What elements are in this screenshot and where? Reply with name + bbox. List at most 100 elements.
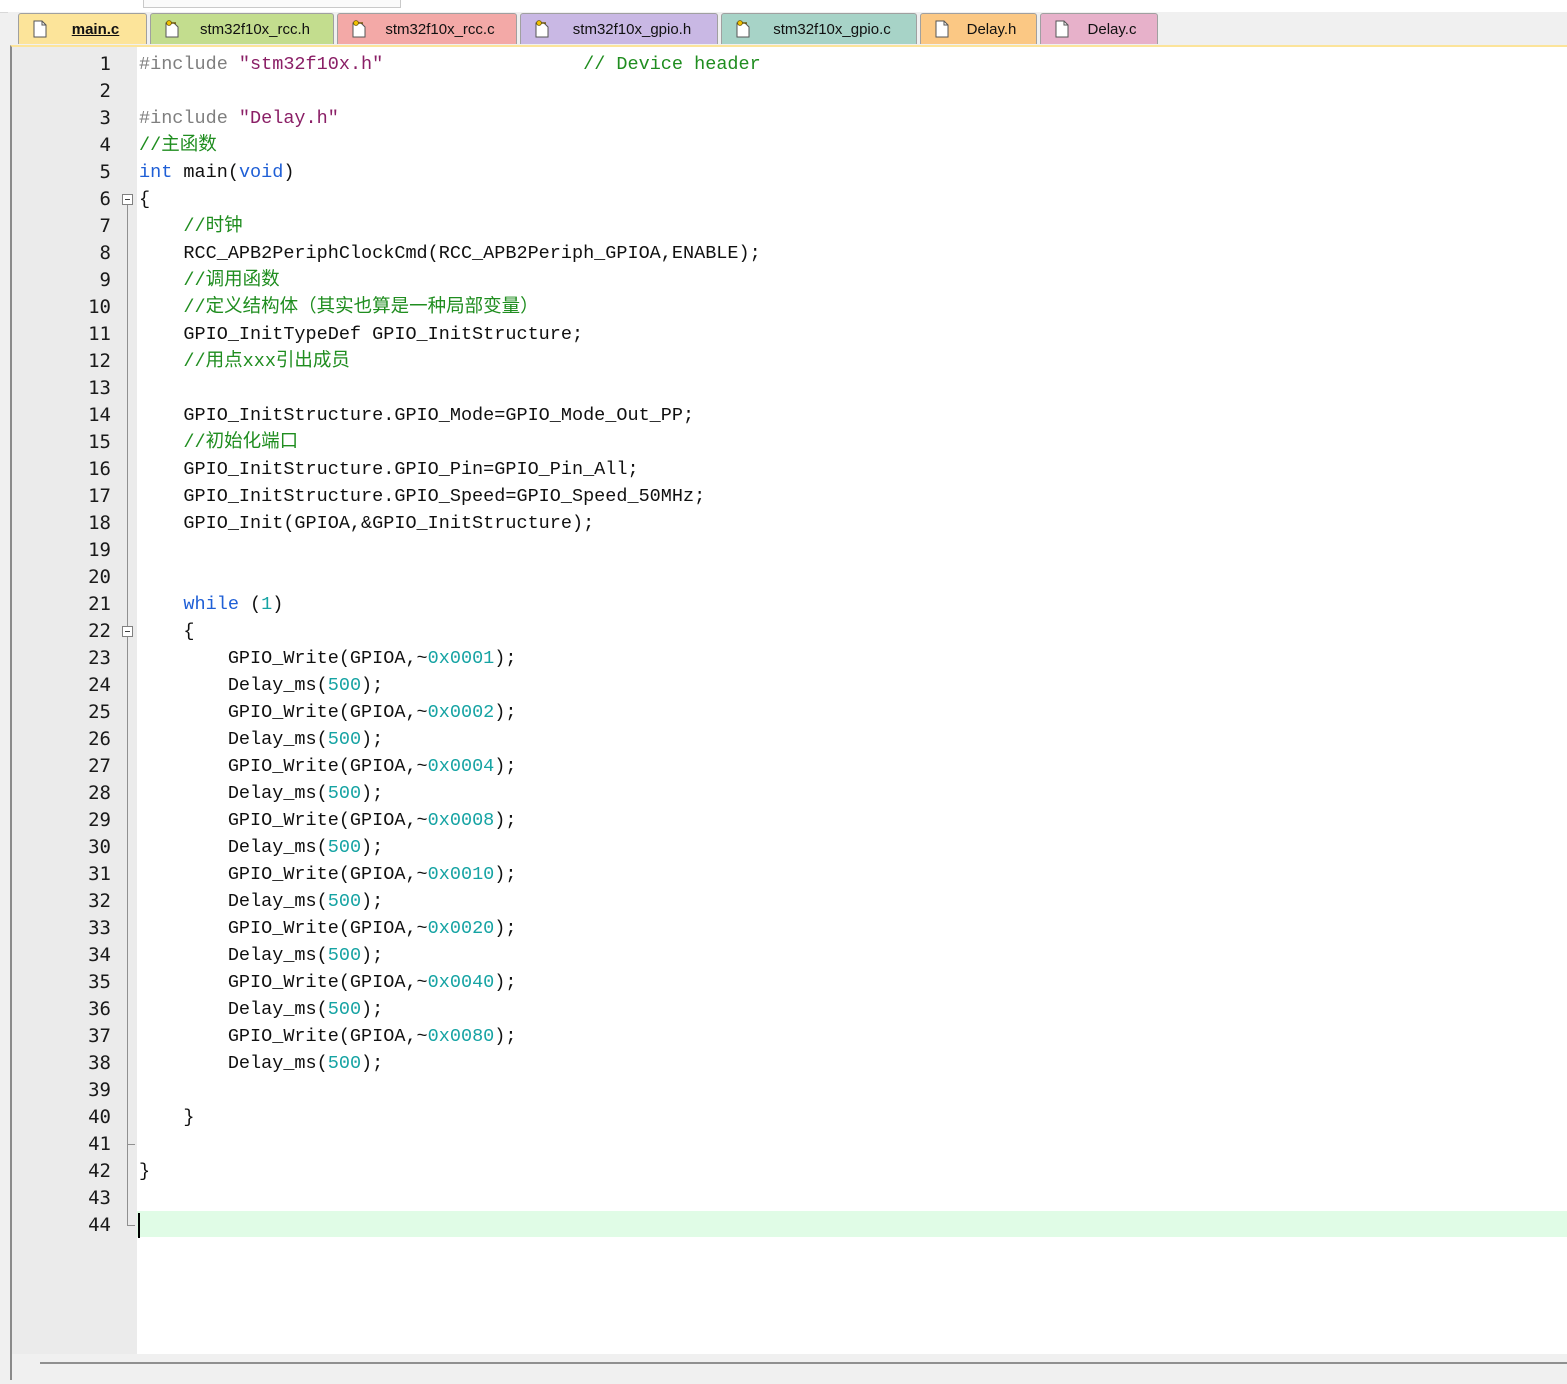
tab-stm32f10x-gpio-c[interactable]: stm32f10x_gpio.c [721,13,917,44]
code-line[interactable]: 27 GPIO_Write(GPIOA,~0x0004); [12,753,1567,780]
code-line[interactable]: 18 GPIO_Init(GPIOA,&GPIO_InitStructure); [12,510,1567,537]
code-token: //定义结构体（其实也算是一种局部变量） [183,297,539,318]
code-token: void [238,162,284,183]
code-line[interactable]: 12 //用点xxx引出成员 [12,348,1567,375]
scrollbar-track[interactable] [40,1362,1567,1364]
code-line[interactable]: 41 [12,1131,1567,1158]
tab-label: Delay.c [1087,21,1137,38]
code-line[interactable]: 2 [12,78,1567,105]
code-text: Delay_ms(500); [139,942,383,969]
tab-stm32f10x-rcc-h[interactable]: stm32f10x_rcc.h [150,13,334,44]
code-token: 1 [261,594,273,615]
code-text: RCC_APB2PeriphClockCmd(RCC_APB2Periph_GP… [139,240,760,267]
code-line[interactable]: 31 GPIO_Write(GPIOA,~0x0010); [12,861,1567,888]
code-token: #include [139,108,239,129]
line-number: 22 [88,620,111,642]
line-number: 7 [99,215,111,237]
code-line[interactable]: 1 #include "stm32f10x.h" // Device header [12,51,1567,78]
code-line[interactable]: 34 Delay_ms(500); [12,942,1567,969]
line-number: 4 [99,134,111,156]
fold-collapse-icon[interactable] [122,194,133,205]
code-token: //主函数 [139,135,217,156]
code-line[interactable]: 37 GPIO_Write(GPIOA,~0x0080); [12,1023,1567,1050]
line-number: 6 [99,188,111,210]
code-line[interactable]: 13 [12,375,1567,402]
code-line[interactable]: 33 GPIO_Write(GPIOA,~0x0020); [12,915,1567,942]
code-token: GPIO_Write(GPIOA,~ [139,918,428,939]
tab-label: stm32f10x_gpio.c [773,21,891,38]
code-line[interactable]: 40 } [12,1104,1567,1131]
code-text: Delay_ms(500); [139,888,383,915]
tab-delay-h[interactable]: Delay.h [920,13,1037,44]
code-token: GPIO_Write(GPIOA,~ [139,864,428,885]
code-token: 500 [327,999,362,1020]
code-line[interactable]: 25 GPIO_Write(GPIOA,~0x0002); [12,699,1567,726]
code-line[interactable]: 8 RCC_APB2PeriphClockCmd(RCC_APB2Periph_… [12,240,1567,267]
code-line[interactable]: 11 GPIO_InitTypeDef GPIO_InitStructure; [12,321,1567,348]
tab-stm32f10x-gpio-h[interactable]: stm32f10x_gpio.h [520,13,718,44]
code-line[interactable]: 30 Delay_ms(500); [12,834,1567,861]
code-line[interactable]: 32 Delay_ms(500); [12,888,1567,915]
tab-label: stm32f10x_rcc.c [385,21,495,38]
code-line[interactable]: 28 Delay_ms(500); [12,780,1567,807]
code-token: 0x0002 [427,702,495,723]
code-line[interactable]: 23 GPIO_Write(GPIOA,~0x0001); [12,645,1567,672]
code-line[interactable]: 19 [12,537,1567,564]
code-text: //定义结构体（其实也算是一种局部变量） [139,294,539,321]
tab-stm32f10x-rcc-c[interactable]: stm32f10x_rcc.c [337,13,517,44]
code-token: 0x0001 [427,648,495,669]
code-line[interactable]: 24 Delay_ms(500); [12,672,1567,699]
code-line[interactable]: 22 { [12,618,1567,645]
code-line[interactable]: 10 //定义结构体（其实也算是一种局部变量） [12,294,1567,321]
code-token: ); [361,729,384,750]
tab-label: stm32f10x_gpio.h [572,21,692,38]
line-number: 9 [99,269,111,291]
file-icon [32,20,48,38]
line-number: 31 [88,863,111,885]
code-line[interactable]: 29 GPIO_Write(GPIOA,~0x0008); [12,807,1567,834]
code-line[interactable]: 5 int main(void) [12,159,1567,186]
code-line[interactable]: 20 [12,564,1567,591]
file-tab-bar: main.c stm32f10x_rcc.h stm32f10x_rcc.c s… [8,12,1567,45]
tab-main-c[interactable]: main.c [18,13,147,44]
code-token: ); [361,783,384,804]
code-line[interactable]: 14 GPIO_InitStructure.GPIO_Mode=GPIO_Mod… [12,402,1567,429]
code-line[interactable]: 15 //初始化端口 [12,429,1567,456]
code-line[interactable]: 39 [12,1077,1567,1104]
code-line[interactable]: 35 GPIO_Write(GPIOA,~0x0040); [12,969,1567,996]
code-line[interactable]: 16 GPIO_InitStructure.GPIO_Pin=GPIO_Pin_… [12,456,1567,483]
code-line[interactable]: 36 Delay_ms(500); [12,996,1567,1023]
code-text: Delay_ms(500); [139,1050,383,1077]
code-token: GPIO_Init(GPIOA,&GPIO_InitStructure); [139,513,595,534]
line-number: 21 [88,593,111,615]
tab-delay-c[interactable]: Delay.c [1040,13,1158,44]
horizontal-scrollbar[interactable] [12,1354,1567,1380]
line-number: 12 [88,350,111,372]
code-text: while (1) [139,591,283,618]
code-token: 0x0004 [427,756,495,777]
fold-collapse-icon[interactable] [122,626,133,637]
code-line[interactable]: 7 //时钟 [12,213,1567,240]
code-text: GPIO_InitStructure.GPIO_Speed=GPIO_Speed… [139,483,705,510]
code-text: GPIO_Write(GPIOA,~0x0020); [139,915,517,942]
code-line[interactable]: 42} [12,1158,1567,1185]
code-line[interactable]: 6{ [12,186,1567,213]
code-editor[interactable]: 1 #include "stm32f10x.h" // Device header… [10,45,1567,1380]
code-line[interactable]: 38 Delay_ms(500); [12,1050,1567,1077]
code-token: ) [272,594,284,615]
code-line[interactable]: 43 [12,1185,1567,1212]
code-line[interactable]: 4 //主函数 [12,132,1567,159]
code-line[interactable]: 21 while (1) [12,591,1567,618]
code-line[interactable]: 44 [12,1211,1567,1239]
line-number: 32 [88,890,111,912]
code-token: GPIO_Write(GPIOA,~ [139,702,428,723]
code-line[interactable]: 9 //调用函数 [12,267,1567,294]
line-number: 42 [88,1160,111,1182]
code-line[interactable]: 26 Delay_ms(500); [12,726,1567,753]
code-token: 500 [327,837,362,858]
code-line[interactable]: 17 GPIO_InitStructure.GPIO_Speed=GPIO_Sp… [12,483,1567,510]
code-line[interactable]: 3 #include "Delay.h" [12,105,1567,132]
code-token: 0x0010 [427,864,495,885]
